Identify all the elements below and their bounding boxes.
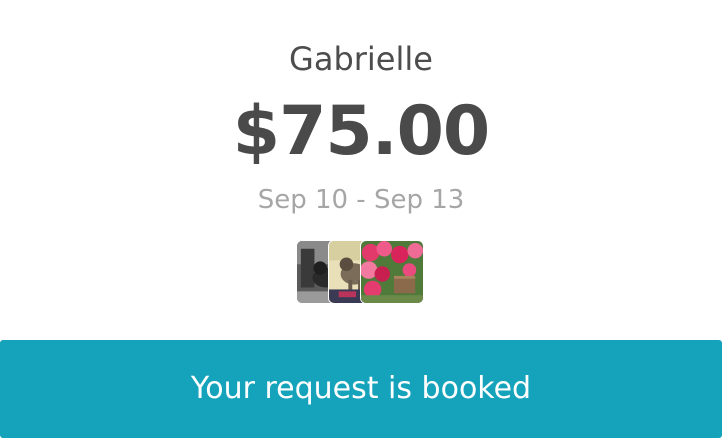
booked-status-button[interactable]: Your request is booked bbox=[0, 340, 722, 438]
garden-flowers-thumbnail bbox=[360, 240, 424, 304]
booking-price: $75.00 bbox=[232, 92, 490, 171]
host-name: Gabrielle bbox=[289, 40, 433, 78]
photo-stack bbox=[296, 240, 428, 306]
booking-date-range: Sep 10 - Sep 13 bbox=[257, 185, 465, 215]
booking-confirmation-card: Gabrielle $75.00 Sep 10 - Sep 13 Your re… bbox=[0, 0, 722, 442]
